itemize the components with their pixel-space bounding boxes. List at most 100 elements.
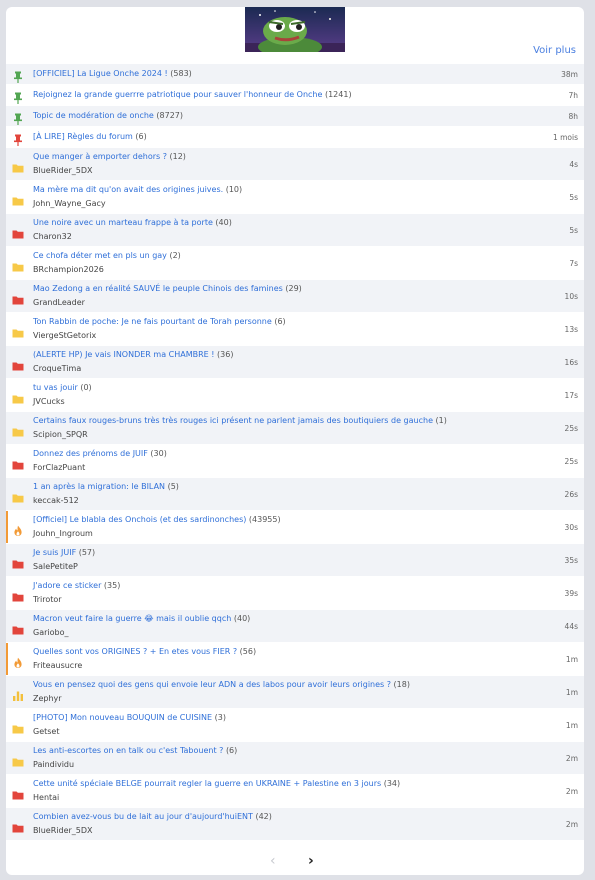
topic-title-link[interactable]: Certains faux rouges-bruns très très rou… xyxy=(33,416,433,425)
topic-author[interactable]: Scipion_SPQR xyxy=(33,430,88,439)
reply-count: (6) xyxy=(225,746,238,755)
topic-row[interactable]: Cette unité spéciale BELGE pourrait regl… xyxy=(6,775,584,808)
topic-row[interactable]: Combien avez-vous bu de lait au jour d'a… xyxy=(6,808,584,841)
topic-row[interactable]: [À LIRE] Règles du forum (6) 1 mois xyxy=(6,127,584,148)
reply-count: (36) xyxy=(217,350,234,359)
topic-title-line: Topic de modération de onche (8727) xyxy=(33,111,183,120)
topic-title-line: Rejoignez la grande guerrre patriotique … xyxy=(33,90,352,99)
topic-author[interactable]: ViergeStGetorix xyxy=(33,331,96,340)
topic-author[interactable]: Gariobo_ xyxy=(33,628,68,637)
topic-title-line: Une noire avec un marteau frappe à ta po… xyxy=(33,218,232,227)
reply-count: (56) xyxy=(239,647,257,656)
topic-author[interactable]: Hentai xyxy=(33,793,59,802)
next-page-button[interactable]: › xyxy=(308,853,314,869)
topic-row[interactable]: [OFFICIEL] La Ligue Onche 2024 ! (583) 38… xyxy=(6,64,584,85)
topic-author[interactable]: Jouhn_Ingroum xyxy=(33,529,93,538)
fire-icon xyxy=(12,654,24,668)
topic-row[interactable]: Je suis JUIF (57) SalePetiteP 35s xyxy=(6,544,584,577)
topic-row[interactable]: [PHOTO] Mon nouveau BOUQUIN de CUISINE (… xyxy=(6,709,584,742)
topic-title-link[interactable]: Combien avez-vous bu de lait au jour d'a… xyxy=(33,812,253,821)
topic-title-link[interactable]: [OFFICIEL] La Ligue Onche 2024 ! xyxy=(33,69,168,78)
see-more-link[interactable]: Voir plus xyxy=(533,45,576,56)
topic-author[interactable]: Friteausucre xyxy=(33,661,82,670)
topic-row[interactable]: Macron veut faire la guerre 😂 mais il ou… xyxy=(6,610,584,643)
topic-title-link[interactable]: [PHOTO] Mon nouveau BOUQUIN de CUISINE xyxy=(33,713,212,722)
folder-yellow-icon xyxy=(12,753,24,767)
topic-title-link[interactable]: [Officiel] Le blabla des Onchois (et des… xyxy=(33,515,246,524)
topic-author[interactable]: GrandLeader xyxy=(33,298,85,307)
topic-author[interactable]: BRchampion2026 xyxy=(33,265,104,274)
topic-row[interactable]: Mao Zedong a en réalité SAUVÉ le peuple … xyxy=(6,280,584,313)
topic-title-link[interactable]: Que manger à emporter dehors ? xyxy=(33,152,167,161)
reply-count: (12) xyxy=(169,152,186,161)
topic-title-link[interactable]: Topic de modération de onche xyxy=(33,111,154,120)
topic-row[interactable]: Vous en pensez quoi des gens qui envoie … xyxy=(6,676,584,709)
topic-row[interactable]: tu vas jouir (0) JVCucks 17s xyxy=(6,379,584,412)
topic-title-link[interactable]: Rejoignez la grande guerrre patriotique … xyxy=(33,90,322,99)
folder-red-icon xyxy=(12,291,24,305)
reply-count: (6) xyxy=(135,132,147,141)
topic-title-link[interactable]: Une noire avec un marteau frappe à ta po… xyxy=(33,218,213,227)
last-activity-time: 25s xyxy=(564,457,578,466)
topic-row[interactable]: Ce chofa déter met en pls un gay (2) BRch… xyxy=(6,247,584,280)
topic-title-link[interactable]: Ton Rabbin de poche: Je ne fais pourtant… xyxy=(33,317,272,326)
topic-row[interactable]: 1 an après la migration: le BILAN (5) kec… xyxy=(6,478,584,511)
topic-title-line: Macron veut faire la guerre 😂 mais il ou… xyxy=(33,614,250,623)
topic-title-link[interactable]: Donnez des prénoms de JUIF xyxy=(33,449,148,458)
last-activity-time: 1m xyxy=(565,688,578,697)
topic-title-link[interactable]: Mao Zedong a en réalité SAUVÉ le peuple … xyxy=(33,284,283,293)
last-activity-time: 13s xyxy=(564,325,578,334)
topic-row[interactable]: Certains faux rouges-bruns très très rou… xyxy=(6,412,584,445)
topic-author[interactable]: Zephyr xyxy=(33,694,62,703)
topic-title-link[interactable]: J'adore ce sticker xyxy=(33,581,101,590)
pin-green-icon xyxy=(12,89,24,104)
topic-title-link[interactable]: Quelles sont vos ORIGINES ? + En etes vo… xyxy=(33,647,237,656)
folder-yellow-icon xyxy=(12,324,24,338)
topic-row[interactable]: Ma mère ma dit qu'on avait des origines … xyxy=(6,181,584,214)
reply-count: (30) xyxy=(150,449,167,458)
topic-title-link[interactable]: Les anti-escortes on en talk ou c'est Ta… xyxy=(33,746,223,755)
previous-page-button[interactable]: ‹ xyxy=(270,853,276,869)
topic-row[interactable]: (ALERTE HP) Je vais INONDER ma CHAMBRE !… xyxy=(6,346,584,379)
topic-author[interactable]: keccak-512 xyxy=(33,496,79,505)
topic-author[interactable]: JVCucks xyxy=(33,397,65,406)
topic-title-link[interactable]: [À LIRE] Règles du forum xyxy=(33,132,133,141)
topic-title-link[interactable]: Je suis JUIF xyxy=(33,548,76,557)
topic-row[interactable]: Quelles sont vos ORIGINES ? + En etes vo… xyxy=(6,643,584,676)
topic-author[interactable]: Trirotor xyxy=(33,595,62,604)
topic-author[interactable]: ForClazPuant xyxy=(33,463,85,472)
topic-author[interactable]: BlueRider_5DX xyxy=(33,826,93,835)
topic-title-link[interactable]: Ma mère ma dit qu'on avait des origines … xyxy=(33,185,223,194)
topic-row[interactable]: Les anti-escortes on en talk ou c'est Ta… xyxy=(6,742,584,775)
topic-title-link[interactable]: Macron veut faire la guerre 😂 mais il ou… xyxy=(33,614,231,623)
topic-author[interactable]: Paindividu xyxy=(33,760,74,769)
pin-green-icon xyxy=(12,110,24,125)
topic-row[interactable]: Donnez des prénoms de JUIF (30) ForClazPu… xyxy=(6,445,584,478)
reply-count: (35) xyxy=(103,581,121,590)
topic-row[interactable]: Rejoignez la grande guerrre patriotique … xyxy=(6,85,584,106)
topic-row[interactable]: Ton Rabbin de poche: Je ne fais pourtant… xyxy=(6,313,584,346)
topic-title-line: J'adore ce sticker (35) xyxy=(33,581,120,590)
last-activity-time: 1m xyxy=(565,721,578,730)
topic-title-link[interactable]: 1 an après la migration: le BILAN xyxy=(33,482,165,491)
last-activity-time: 2m xyxy=(565,754,578,763)
topic-title-link[interactable]: Vous en pensez quoi des gens qui envoie … xyxy=(33,680,391,689)
topic-row[interactable]: Que manger à emporter dehors ? (12) BlueR… xyxy=(6,148,584,181)
topic-row[interactable]: J'adore ce sticker (35) Trirotor 39s xyxy=(6,577,584,610)
topic-author[interactable]: CroqueTima xyxy=(33,364,81,373)
topic-author[interactable]: BlueRider_5DX xyxy=(33,166,93,175)
topic-title-link[interactable]: (ALERTE HP) Je vais INONDER ma CHAMBRE ! xyxy=(33,350,214,359)
topic-title-link[interactable]: Ce chofa déter met en pls un gay xyxy=(33,251,167,260)
topic-author[interactable]: Getset xyxy=(33,727,59,736)
topic-row[interactable]: [Officiel] Le blabla des Onchois (et des… xyxy=(6,511,584,544)
topic-title-link[interactable]: tu vas jouir xyxy=(33,383,78,392)
topic-author[interactable]: Charon32 xyxy=(33,232,72,241)
topic-author[interactable]: John_Wayne_Gacy xyxy=(33,199,106,208)
topic-title-link[interactable]: Cette unité spéciale BELGE pourrait regl… xyxy=(33,779,381,788)
topic-author[interactable]: SalePetiteP xyxy=(33,562,78,571)
last-activity-time: 8h xyxy=(568,112,578,121)
poll-icon xyxy=(12,687,24,701)
topic-row[interactable]: Topic de modération de onche (8727) 8h xyxy=(6,106,584,127)
topic-row[interactable]: Une noire avec un marteau frappe à ta po… xyxy=(6,214,584,247)
folder-yellow-icon xyxy=(12,192,24,206)
